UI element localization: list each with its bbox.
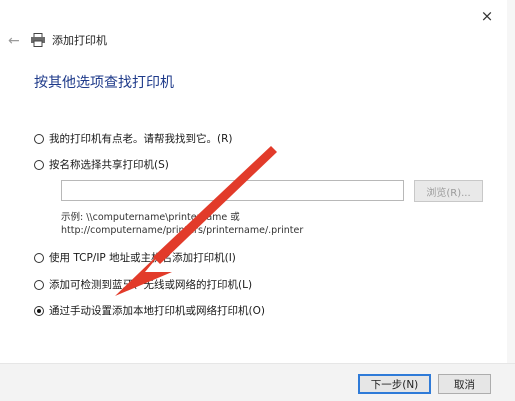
- cancel-button[interactable]: 取消: [438, 374, 491, 394]
- option-label: 使用 TCP/IP 地址或主机名添加打印机(I): [49, 252, 236, 264]
- option-printer-old[interactable]: 我的打印机有点老。请帮我找到它。(R): [34, 131, 233, 146]
- option-label: 通过手动设置添加本地打印机或网络打印机(O): [49, 305, 265, 317]
- radio-tcpip[interactable]: [34, 252, 44, 263]
- shared-printer-input[interactable]: [61, 180, 404, 201]
- annotation-arrow-shaft: [153, 146, 277, 264]
- window-title: 添加打印机: [52, 34, 107, 47]
- option-manual-local[interactable]: 通过手动设置添加本地打印机或网络打印机(O): [34, 303, 265, 318]
- radio-printer-old[interactable]: [34, 133, 44, 144]
- option-bluetooth-wireless[interactable]: 添加可检测到蓝牙、无线或网络的打印机(L): [34, 277, 252, 292]
- scrollbar[interactable]: [507, 0, 515, 363]
- option-label: 我的打印机有点老。请帮我找到它。(R): [49, 133, 233, 145]
- close-icon[interactable]: ×: [477, 6, 497, 26]
- title-bar: 添加打印机: [30, 32, 107, 48]
- back-arrow-icon[interactable]: ←: [8, 33, 20, 49]
- option-shared-printer[interactable]: 按名称选择共享打印机(S): [34, 157, 169, 172]
- example-line-2: http://computername/printers/printername…: [61, 225, 304, 236]
- option-label: 按名称选择共享打印机(S): [49, 159, 169, 171]
- radio-bluetooth-wireless[interactable]: [34, 279, 44, 290]
- add-printer-dialog: × ← 添加打印机 按其他选项查找打印机 我的打印机有点老。请帮我找到它。(R)…: [0, 0, 515, 401]
- printer-icon: [31, 33, 45, 47]
- radio-shared-printer[interactable]: [34, 159, 44, 170]
- next-button[interactable]: 下一步(N): [358, 374, 431, 394]
- radio-manual-local[interactable]: [34, 305, 44, 316]
- option-tcpip[interactable]: 使用 TCP/IP 地址或主机名添加打印机(I): [34, 250, 236, 265]
- option-label: 添加可检测到蓝牙、无线或网络的打印机(L): [49, 279, 253, 291]
- example-line-1: 示例: \\computername\printername 或: [61, 212, 240, 223]
- browse-button[interactable]: 浏览(R)...: [414, 180, 483, 202]
- page-heading: 按其他选项查找打印机: [34, 75, 174, 91]
